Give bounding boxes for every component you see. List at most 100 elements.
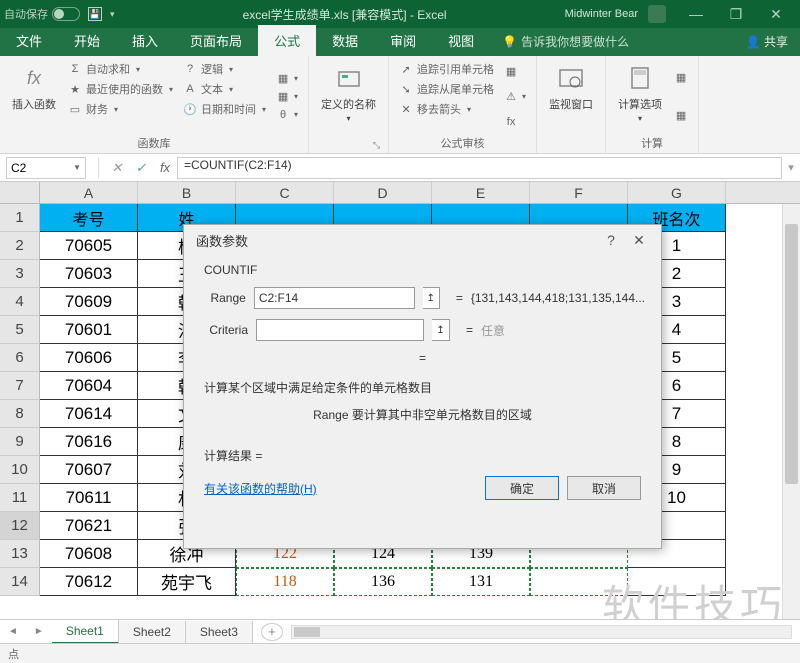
recent-functions-button[interactable]: ★最近使用的函数▾	[66, 80, 175, 98]
tab-view[interactable]: 视图	[432, 25, 490, 56]
cell[interactable]: 70603	[40, 260, 138, 288]
trace-precedents-button[interactable]: ➚追踪引用单元格	[397, 60, 496, 78]
row-header[interactable]: 12	[0, 512, 40, 540]
tab-insert[interactable]: 插入	[116, 25, 174, 56]
row-header[interactable]: 1	[0, 204, 40, 232]
col-header-g[interactable]: G	[628, 182, 726, 203]
share-button[interactable]: 👤 共享	[734, 29, 800, 56]
range-input[interactable]: C2:F14	[254, 287, 415, 309]
row-header[interactable]: 7	[0, 372, 40, 400]
logical-button[interactable]: ?逻辑▾	[181, 60, 268, 78]
show-formulas-button[interactable]: ▦	[502, 64, 528, 80]
dialog-close-button[interactable]: ✕	[625, 232, 653, 249]
row-header[interactable]: 10	[0, 456, 40, 484]
row-header[interactable]: 9	[0, 428, 40, 456]
cell[interactable]: 70608	[40, 540, 138, 568]
more-functions-button[interactable]: ▦▾	[274, 71, 300, 87]
cell[interactable]: 70607	[40, 456, 138, 484]
row-header[interactable]: 13	[0, 540, 40, 568]
calc-now-button[interactable]: ▦	[672, 70, 690, 86]
cell[interactable]: 70612	[40, 568, 138, 596]
sheet-nav-prev[interactable]: ◄	[0, 626, 26, 637]
user-name[interactable]: Midwinter Bear	[565, 8, 638, 20]
sheet-nav-next[interactable]: ►	[26, 626, 52, 637]
qat-dropdown-icon[interactable]: ▾	[110, 9, 115, 20]
math-button[interactable]: θ▾	[274, 107, 300, 123]
formula-input[interactable]: =COUNTIF(C2:F14)	[177, 157, 782, 179]
ok-button[interactable]: 确定	[485, 476, 559, 500]
function-help-link[interactable]: 有关该函数的帮助(H)	[204, 480, 317, 497]
cell[interactable]	[530, 568, 628, 596]
tab-data[interactable]: 数据	[316, 25, 374, 56]
row-header[interactable]: 6	[0, 344, 40, 372]
formula-accept-button[interactable]: ✓	[129, 160, 153, 176]
user-avatar-icon[interactable]	[648, 5, 666, 23]
horizontal-scrollbar[interactable]	[291, 625, 792, 639]
minimize-button[interactable]: —	[676, 6, 716, 22]
cell[interactable]: 70611	[40, 484, 138, 512]
sheet-tab-1[interactable]: Sheet1	[52, 620, 119, 644]
watch-window-button[interactable]: 监视窗口	[545, 60, 597, 149]
row-header[interactable]: 4	[0, 288, 40, 316]
row-header[interactable]: 5	[0, 316, 40, 344]
autosum-button[interactable]: Σ自动求和▾	[66, 60, 175, 78]
cell[interactable]: 70621	[40, 512, 138, 540]
expand-icon[interactable]: ⤡	[373, 140, 380, 151]
row-header[interactable]: 14	[0, 568, 40, 596]
col-header-d[interactable]: D	[334, 182, 432, 203]
fx-button[interactable]: fx	[153, 160, 177, 175]
dialog-help-button[interactable]: ?	[597, 232, 625, 248]
row-header[interactable]: 11	[0, 484, 40, 512]
lookup-button[interactable]: ▦▾	[274, 89, 300, 105]
tab-home[interactable]: 开始	[58, 25, 116, 56]
cell[interactable]: 70604	[40, 372, 138, 400]
cell[interactable]: 苑宇飞	[138, 568, 236, 596]
vertical-scrollbar[interactable]	[782, 204, 800, 626]
row-header[interactable]: 8	[0, 400, 40, 428]
cell[interactable]: 118	[236, 568, 334, 596]
chevron-down-icon[interactable]: ▼	[73, 163, 81, 172]
cell[interactable]	[628, 568, 726, 596]
text-button[interactable]: A文本▾	[181, 80, 268, 98]
range-ref-button[interactable]: ↥	[423, 287, 440, 309]
cell[interactable]: 131	[432, 568, 530, 596]
col-header-e[interactable]: E	[432, 182, 530, 203]
add-sheet-button[interactable]: +	[261, 623, 283, 641]
calc-options-button[interactable]: 计算选项 ▾	[614, 60, 666, 133]
row-header[interactable]: 2	[0, 232, 40, 260]
close-window-button[interactable]: ✕	[756, 6, 796, 23]
cell[interactable]: 考号	[40, 204, 138, 232]
name-box[interactable]: C2▼	[6, 157, 86, 179]
tell-me[interactable]: 💡告诉我你想要做什么	[490, 33, 734, 56]
financial-button[interactable]: ▭财务▾	[66, 100, 175, 118]
cell[interactable]: 70606	[40, 344, 138, 372]
tab-file[interactable]: 文件	[0, 25, 58, 56]
datetime-button[interactable]: 🕐日期和时间▾	[181, 100, 268, 118]
insert-function-button[interactable]: fx 插入函数	[8, 60, 60, 133]
cell[interactable]: 70616	[40, 428, 138, 456]
evaluate-button[interactable]: fx	[502, 114, 528, 130]
calc-sheet-button[interactable]: ▦	[672, 107, 690, 123]
error-check-button[interactable]: ⚠▾	[502, 89, 528, 105]
trace-dependents-button[interactable]: ➘追踪从尾单元格	[397, 80, 496, 98]
autosave-toggle[interactable]: 自动保存	[4, 6, 80, 22]
define-name-button[interactable]: 定义的名称 ▾	[317, 60, 380, 149]
col-header-f[interactable]: F	[530, 182, 628, 203]
restore-button[interactable]: ❐	[716, 6, 756, 23]
toggle-switch-icon[interactable]	[52, 7, 80, 21]
hscroll-thumb[interactable]	[294, 627, 320, 637]
tab-layout[interactable]: 页面布局	[174, 25, 258, 56]
select-all-corner[interactable]	[0, 182, 40, 203]
criteria-ref-button[interactable]: ↥	[432, 319, 450, 341]
cancel-button[interactable]: 取消	[567, 476, 641, 500]
formula-cancel-button[interactable]: ✕	[105, 160, 129, 176]
cell[interactable]: 136	[334, 568, 432, 596]
col-header-a[interactable]: A	[40, 182, 138, 203]
sheet-tab-3[interactable]: Sheet3	[186, 621, 253, 643]
tab-review[interactable]: 审阅	[374, 25, 432, 56]
col-header-b[interactable]: B	[138, 182, 236, 203]
cell[interactable]: 70609	[40, 288, 138, 316]
remove-arrows-button[interactable]: ✕移去箭头▾	[397, 100, 496, 118]
cell[interactable]: 70605	[40, 232, 138, 260]
save-icon[interactable]: 💾	[88, 7, 102, 21]
